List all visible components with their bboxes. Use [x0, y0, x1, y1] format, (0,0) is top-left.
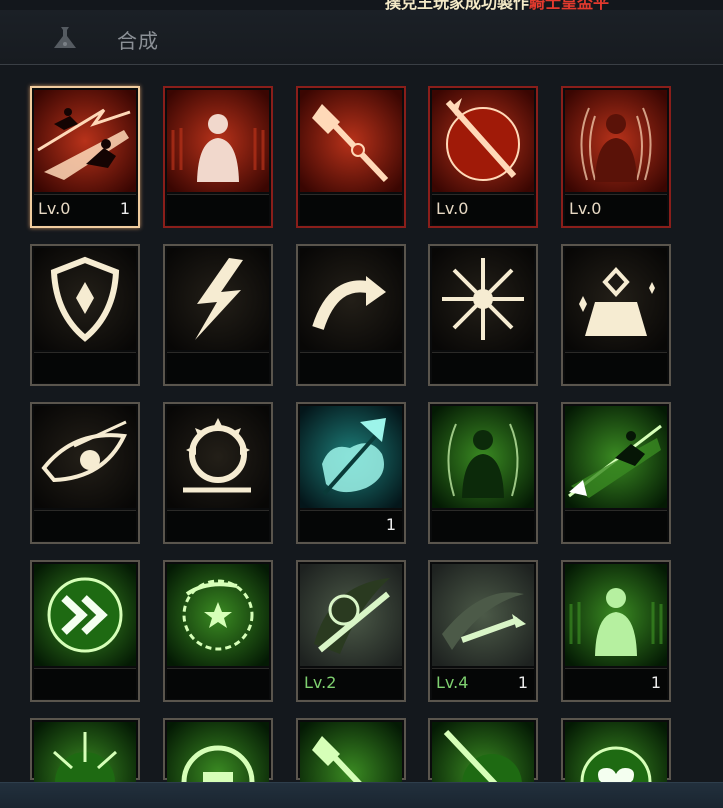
- slot-info-bar: [34, 668, 136, 699]
- skill-slot-eye-skill[interactable]: [30, 402, 140, 544]
- green-aura-figure-icon: [432, 406, 534, 508]
- skill-slot-gear-skill[interactable]: [163, 402, 273, 544]
- slot-info-bar: 1: [300, 510, 402, 541]
- slot-info-bar: [300, 194, 402, 225]
- crystal-cross-icon: [300, 406, 402, 508]
- ornate-staff-icon: [300, 90, 402, 192]
- slot-info-bar: [167, 352, 269, 383]
- heart-orb-icon: [565, 722, 667, 782]
- slot-info-bar: Lv.0 1: [34, 194, 136, 225]
- skill-slot-curve-arrow-skill[interactable]: [296, 244, 406, 386]
- level-label: Lv.4: [436, 673, 469, 692]
- green-figure-icon: [565, 564, 667, 666]
- skill-slot-aura-skill[interactable]: Lv.0: [561, 86, 671, 228]
- sprinting-figure-icon: [34, 90, 136, 192]
- skill-slot-green-dash-skill[interactable]: [561, 402, 671, 544]
- bottom-bar: [0, 782, 723, 808]
- shield-icon: [34, 248, 136, 350]
- skill-slot-blade-slash-skill[interactable]: Lv.4 1: [428, 560, 538, 702]
- skill-slot-rune-slash-skill[interactable]: Lv.2: [296, 560, 406, 702]
- slot-info-bar: [34, 352, 136, 383]
- slot-info-bar: [34, 510, 136, 541]
- count-label: 1: [119, 199, 130, 218]
- aura-figure-icon: [565, 90, 667, 192]
- rune-star-icon: [167, 564, 269, 666]
- slot-info-bar: [167, 510, 269, 541]
- skill-slot-sword-green-skill[interactable]: [428, 718, 538, 782]
- slot-info-bar: Lv.0: [432, 194, 534, 225]
- skill-slot-heart-skill[interactable]: [561, 718, 671, 782]
- spiked-gear-icon: [167, 406, 269, 508]
- slot-info-bar: [565, 352, 667, 383]
- slot-info-bar: [300, 352, 402, 383]
- skill-slot-crowd-skill[interactable]: [163, 86, 273, 228]
- slot-info-bar: [167, 194, 269, 225]
- emblem-icon: [167, 722, 269, 782]
- slot-info-bar: [565, 510, 667, 541]
- eye-icon: [34, 406, 136, 508]
- skill-slot-burst-orb-skill[interactable]: [30, 718, 140, 782]
- slot-info-bar: [432, 510, 534, 541]
- green-staff-icon: [300, 722, 402, 782]
- slot-info-bar: [432, 352, 534, 383]
- skill-slot-rune-circle-skill[interactable]: [163, 560, 273, 702]
- slot-info-bar: Lv.2: [300, 668, 402, 699]
- slot-info-bar: [167, 668, 269, 699]
- count-label: 1: [385, 515, 396, 534]
- skill-slot-green-aura-skill[interactable]: [428, 402, 538, 544]
- slot-info-bar: 1: [565, 668, 667, 699]
- lightning-icon: [167, 248, 269, 350]
- page-title: 合成: [117, 29, 159, 53]
- double-chevron-icon: [34, 564, 136, 666]
- green-sword-icon: [432, 722, 534, 782]
- burst-orb-icon: [34, 722, 136, 782]
- standing-figure-icon: [167, 90, 269, 192]
- blade-slash-icon: [432, 564, 534, 666]
- level-label: Lv.0: [436, 199, 469, 218]
- bell-sparkle-icon: [565, 248, 667, 350]
- slot-info-bar: Lv.4 1: [432, 668, 534, 699]
- level-label: Lv.0: [38, 199, 71, 218]
- rune-slash-icon: [300, 564, 402, 666]
- curved-arrow-icon: [300, 248, 402, 350]
- level-label: Lv.0: [569, 199, 602, 218]
- skill-slot-dash-skill[interactable]: Lv.0 1: [30, 86, 140, 228]
- skill-slot-staff-green-skill[interactable]: [296, 718, 406, 782]
- skill-grid: Lv.0 1 Lv.0 Lv.0 1 Lv.2 Lv.4 1 1: [0, 66, 723, 782]
- skill-slot-staff-skill[interactable]: [296, 86, 406, 228]
- skill-slot-crystal-skill[interactable]: 1: [296, 402, 406, 544]
- burst-icon: [432, 248, 534, 350]
- skill-slot-speed-skill[interactable]: [30, 560, 140, 702]
- skill-slot-bell-skill[interactable]: [561, 244, 671, 386]
- skill-slot-burst-skill[interactable]: [428, 244, 538, 386]
- slot-info-bar: Lv.0: [565, 194, 667, 225]
- skill-slot-sword-orb-skill[interactable]: Lv.0: [428, 86, 538, 228]
- level-label: Lv.2: [304, 673, 337, 692]
- window-header: 合成: [0, 10, 723, 65]
- flask-icon[interactable]: [50, 24, 80, 52]
- green-sprint-icon: [565, 406, 667, 508]
- count-label: 1: [650, 673, 661, 692]
- sword-orb-icon: [432, 90, 534, 192]
- skill-slot-emblem-skill[interactable]: [163, 718, 273, 782]
- count-label: 1: [517, 673, 528, 692]
- skill-slot-shield-skill[interactable]: [30, 244, 140, 386]
- skill-slot-green-crowd-skill[interactable]: 1: [561, 560, 671, 702]
- skill-slot-lightning-skill[interactable]: [163, 244, 273, 386]
